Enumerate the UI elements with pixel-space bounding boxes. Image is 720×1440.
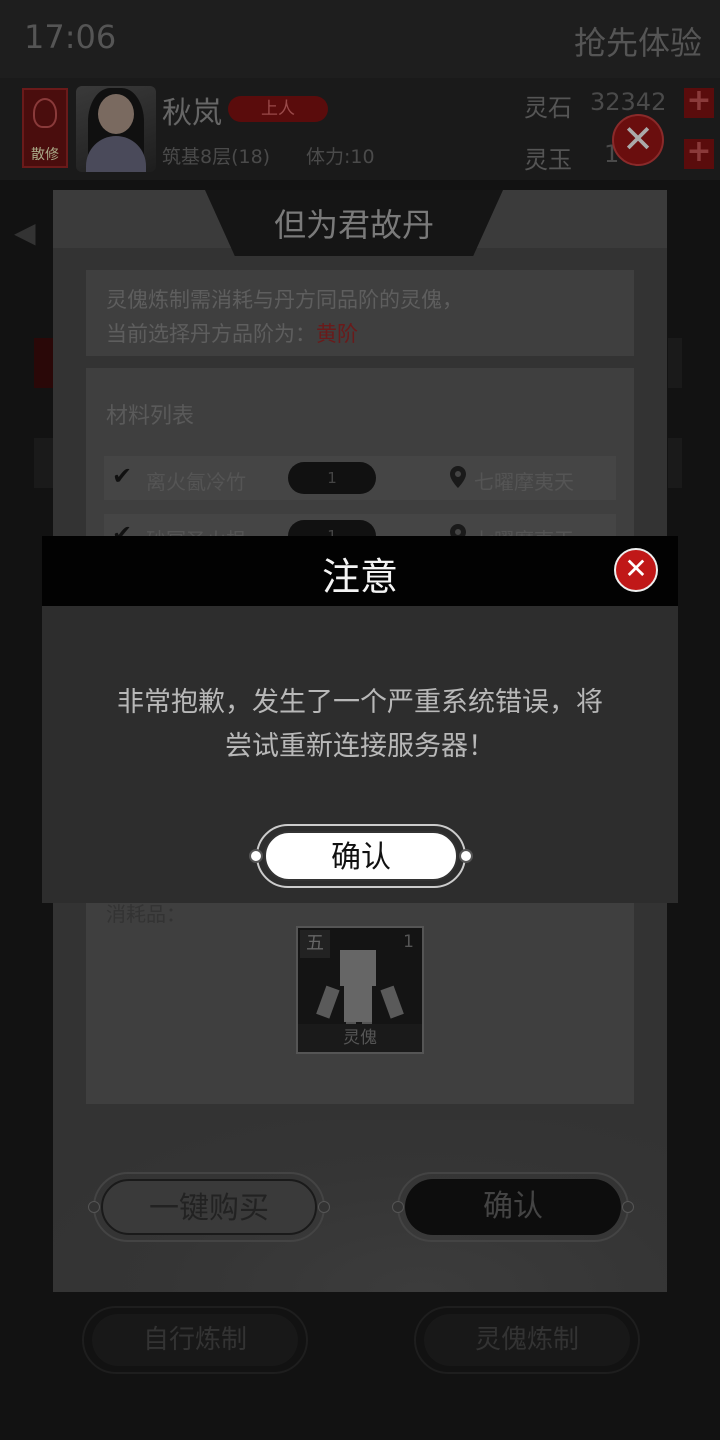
- spirit-stone-label: 灵石: [524, 94, 572, 122]
- info-line-2-prefix: 当前选择丹方品阶为：: [106, 322, 316, 346]
- alert-close-icon[interactable]: ✕: [614, 548, 658, 592]
- recipe-confirm-label: 确认: [405, 1179, 621, 1235]
- alert-header: 注意 ✕: [42, 536, 678, 606]
- button-ornament: [318, 1201, 330, 1213]
- self-refine-label: 自行炼制: [92, 1314, 298, 1366]
- spirit-stone-value: 32342: [590, 88, 667, 116]
- material-location: 七曜摩夷天: [474, 470, 574, 494]
- stamina-value: 体力:10: [306, 146, 375, 168]
- item-count: 1: [403, 932, 414, 952]
- early-access-label: 抢先体验: [573, 24, 702, 62]
- check-icon: ✔: [112, 462, 133, 490]
- button-ornament: [622, 1201, 634, 1213]
- alert-message-line-2: 尝试重新连接服务器！: [225, 731, 495, 762]
- one-click-buy-label: 一键购买: [101, 1179, 317, 1235]
- spirit-jade-label: 灵玉: [524, 146, 572, 174]
- side-tab: [668, 338, 682, 388]
- realm-level: 筑基8层(18): [162, 146, 271, 168]
- self-refine-button[interactable]: 自行炼制: [82, 1306, 308, 1374]
- sect-badge-label: 散修: [31, 147, 59, 163]
- info-line-1: 灵傀炼制需消耗与丹方同品阶的灵傀，: [106, 288, 463, 312]
- material-quantity: 1: [288, 462, 376, 494]
- add-stone-plus-icon[interactable]: +: [684, 86, 714, 118]
- recipe-info-box: 灵傀炼制需消耗与丹方同品阶的灵傀， 当前选择丹方品阶为：黄阶: [86, 270, 634, 356]
- puppet-item-card[interactable]: 五 1 灵傀: [296, 926, 424, 1054]
- materials-title: 材料列表: [106, 404, 195, 429]
- puppet-refine-button[interactable]: 灵傀炼制: [414, 1306, 640, 1374]
- material-name: 离火氤冷竹: [146, 470, 246, 494]
- item-name: 灵傀: [298, 1024, 422, 1052]
- info-line-2: 当前选择丹方品阶为：黄阶: [106, 318, 358, 348]
- add-jade-plus-icon[interactable]: +: [684, 137, 714, 169]
- alert-confirm-button[interactable]: 确认: [249, 824, 473, 888]
- sect-badge[interactable]: 散修: [22, 88, 68, 168]
- recipe-title: 但为君故丹: [273, 206, 434, 244]
- alert-body: 非常抱歉，发生了一个严重系统错误，将 尝试重新连接服务器！ 确认: [42, 606, 678, 903]
- button-ornament: [249, 849, 263, 863]
- button-ornament: [459, 849, 473, 863]
- side-tab: [668, 438, 682, 488]
- alert-confirm-label: 确认: [264, 831, 458, 881]
- location-pin-icon: [450, 466, 466, 488]
- side-tab: [34, 338, 54, 388]
- recipe-grade: 黄阶: [316, 322, 358, 346]
- alert-title: 注意: [321, 555, 398, 599]
- side-tab: [34, 438, 54, 488]
- back-arrow-icon[interactable]: ◀: [14, 216, 48, 249]
- consumables-box: 消耗品： 五 1 灵傀: [86, 896, 634, 1104]
- recipe-confirm-button[interactable]: 确认: [392, 1172, 634, 1242]
- button-ornament: [392, 1201, 404, 1213]
- avatar[interactable]: [76, 86, 156, 172]
- button-ornament: [88, 1201, 100, 1213]
- status-time: 17:06: [24, 18, 117, 56]
- close-icon[interactable]: ✕: [612, 114, 664, 166]
- lotus-icon: [33, 98, 57, 128]
- rank-badge: 上人: [228, 96, 328, 122]
- materials-box: 材料列表 ✔ 离火氤冷竹 1 七曜摩夷天 ✔ 砂冥圣火根 1 七曜摩夷天: [86, 368, 634, 558]
- alert-message-line-1: 非常抱歉，发生了一个严重系统错误，将: [117, 687, 603, 718]
- one-click-buy-button[interactable]: 一键购买: [88, 1172, 330, 1242]
- puppet-refine-label: 灵傀炼制: [424, 1314, 630, 1366]
- player-name: 秋岚: [162, 96, 222, 131]
- item-tier-badge: 五: [300, 930, 330, 958]
- material-row[interactable]: ✔ 离火氤冷竹 1 七曜摩夷天: [104, 456, 616, 500]
